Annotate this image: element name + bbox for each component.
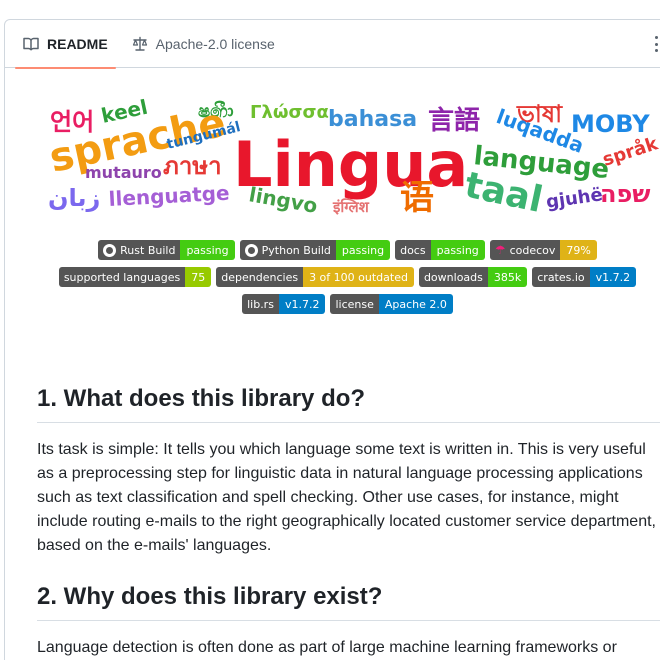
- badge-label: Rust Build: [120, 243, 176, 257]
- badge-label: codecov: [509, 243, 556, 257]
- supported-languages-badge[interactable]: supported languages 75: [58, 267, 212, 287]
- python-build-badge[interactable]: Python Build passing: [239, 240, 391, 260]
- logo-word: इंग्लिश: [332, 198, 370, 216]
- scale-icon: [132, 36, 148, 52]
- downloads-badge[interactable]: downloads 385k: [418, 267, 528, 287]
- lib-rs-badge[interactable]: lib.rs v1.7.2: [242, 294, 326, 314]
- badge-label: docs: [395, 240, 431, 260]
- section-heading: 2. Why does this library exist?: [37, 582, 660, 621]
- tab-license-label: Apache-2.0 license: [155, 36, 275, 52]
- badges-row-1: Rust Build passing Python Build passing do…: [0, 240, 660, 260]
- badge-label: license: [330, 294, 379, 314]
- logo-word: llenguatge: [108, 181, 230, 211]
- badge-value: 3 of 100 outdated: [303, 267, 414, 287]
- badge-label: dependencies: [216, 267, 304, 287]
- badge-value: 385k: [487, 267, 528, 287]
- more-options-icon[interactable]: [655, 36, 659, 52]
- badge-value: passing: [180, 240, 235, 260]
- tab-license[interactable]: Apache-2.0 license: [124, 20, 283, 68]
- tab-readme[interactable]: README: [15, 20, 116, 69]
- github-icon: [244, 243, 258, 257]
- badges-row-2: supported languages 75 dependencies 3 of 1…: [0, 267, 660, 287]
- badge-value: v1.7.2: [278, 294, 326, 314]
- badge-value: Apache 2.0: [378, 294, 453, 314]
- badge-label: downloads: [418, 267, 488, 287]
- logo-word: Γλώσσα: [250, 102, 329, 123]
- logo-word: mutauro: [85, 163, 162, 182]
- codecov-badge[interactable]: ☂ codecov 79%: [489, 240, 597, 260]
- dependencies-badge[interactable]: dependencies 3 of 100 outdated: [216, 267, 414, 287]
- rust-build-badge[interactable]: Rust Build passing: [98, 240, 235, 260]
- lingua-logo: 언어 keel ෂ෯ා Γλώσσα bahasa 言語 ভাষা MOBY s…: [46, 96, 660, 220]
- license-badge[interactable]: license Apache 2.0: [330, 294, 453, 314]
- github-icon: [103, 243, 117, 257]
- crates-io-badge[interactable]: crates.io v1.7.2: [532, 267, 637, 287]
- badge-label: supported languages: [58, 267, 186, 287]
- badge-label: crates.io: [532, 267, 590, 287]
- badge-label: lib.rs: [242, 294, 279, 314]
- book-icon: [23, 36, 39, 52]
- badge-value: 79%: [560, 240, 597, 260]
- docs-badge[interactable]: docs passing: [395, 240, 485, 260]
- section-heading: 1. What does this library do?: [37, 384, 660, 423]
- tab-readme-label: README: [47, 36, 108, 52]
- logo-word: שפה: [600, 180, 650, 208]
- logo-word: gjuhë: [545, 184, 604, 213]
- badge-label: Python Build: [261, 243, 331, 257]
- badges-row-3: lib.rs v1.7.2 license Apache 2.0: [0, 294, 660, 314]
- section-paragraph: Its task is simple: It tells you which l…: [37, 441, 656, 554]
- badge-value: passing: [335, 240, 391, 260]
- badge-value: 75: [185, 267, 212, 287]
- umbrella-icon: ☂: [494, 243, 506, 257]
- section-paragraph: Language detection is often done as part…: [37, 639, 617, 656]
- badge-value: v1.7.2: [589, 267, 637, 287]
- logo-word: زبان: [48, 184, 100, 212]
- badge-value: passing: [430, 240, 485, 260]
- logo-word: ภาษา: [163, 152, 222, 180]
- logo-word: 语: [400, 178, 434, 218]
- readme-tab-bar: README Apache-2.0 license: [5, 20, 660, 69]
